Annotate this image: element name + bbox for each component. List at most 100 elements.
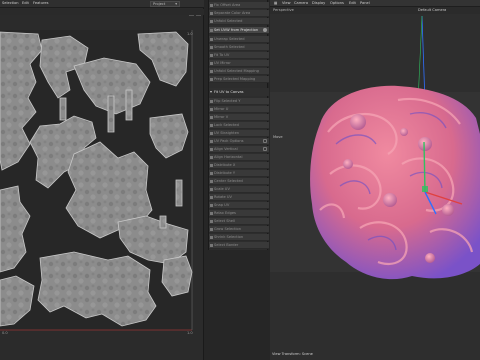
tool-row-label: Smooth Selected	[214, 45, 245, 49]
tool-icon	[210, 236, 213, 239]
tool-row-label: Unwrap Selected	[214, 37, 245, 41]
tool-row[interactable]: Smooth Selected	[209, 44, 269, 51]
model-knob	[343, 159, 353, 169]
tool-row-label: Unfold Selected Mapping	[214, 69, 259, 73]
menu-camera[interactable]: Camera	[294, 1, 308, 6]
tool-icon	[210, 196, 213, 199]
tool-row[interactable]: Align Vertical	[209, 146, 269, 153]
tool-icon	[210, 220, 213, 223]
tool-row-label: Unfold Selected	[214, 19, 243, 23]
tool-icon	[210, 212, 213, 215]
tool-row[interactable]: UV Pack Options	[209, 138, 269, 145]
camera-label[interactable]: Default Camera	[418, 8, 446, 13]
viewport-subbar: Perspective Default Camera	[270, 7, 480, 14]
tool-row-label: Shrink Selection	[214, 235, 244, 239]
tool-row[interactable]: Separate Color Area	[209, 10, 269, 17]
tool-row-label: Snap UV	[214, 203, 230, 207]
tool-row[interactable]: Align Horizontal	[209, 154, 269, 161]
uv-shell	[159, 215, 167, 229]
tool-row-label: Select Shell	[214, 219, 235, 223]
tool-row[interactable]: Grow Selection	[209, 226, 269, 233]
tool-icon	[210, 132, 213, 135]
tool-icon	[210, 4, 213, 7]
uv-corner-bottom-right: 1.0	[187, 331, 193, 335]
menu-options[interactable]: Options	[330, 1, 344, 6]
menu-selection[interactable]: Selection	[2, 1, 19, 6]
tool-icon	[210, 100, 213, 103]
view-transform-status: View Transform: Scene	[272, 352, 313, 356]
tool-icon	[210, 12, 213, 15]
projection-label[interactable]: Perspective	[273, 8, 294, 13]
projection-dropdown[interactable]: Project ▾	[150, 1, 180, 7]
tool-row[interactable]: UV Mirror	[209, 60, 269, 67]
tool-row[interactable]: Fit To UV	[209, 52, 269, 59]
uv-menubar: Selection Edit Features Project ▾	[0, 0, 204, 16]
menu-edit[interactable]: Edit	[349, 1, 356, 6]
model-knob	[350, 114, 366, 130]
tool-row[interactable]: UV Straighten	[209, 130, 269, 137]
tool-row[interactable]: Unfold Selected	[209, 18, 269, 25]
uv-editor-panel: Selection Edit Features Project ▾ 1.0 0.…	[0, 0, 204, 360]
3d-viewport[interactable]: ▦ View Camera Display Options Edit Panel…	[270, 0, 480, 360]
tool-row-label: Grow Selection	[214, 227, 242, 231]
tool-row-label: Align Horizontal	[214, 155, 243, 159]
tool-row[interactable]: Lock Selected	[209, 122, 269, 129]
tool-row-label: Fit To UV	[214, 53, 230, 57]
viewport-scene[interactable]: Move View Transform: Scene	[270, 14, 480, 360]
tool-row[interactable]: Relax Edges	[209, 210, 269, 217]
tool-row-label: Separate Color Area	[214, 11, 251, 15]
uv-tool-panel: Fix Offset Area Separate Color Area Unfo…	[208, 0, 269, 250]
menu-panel[interactable]: Panel	[360, 1, 370, 6]
tool-row-label: Distribute Y	[214, 171, 236, 175]
uv-shell	[125, 89, 133, 121]
tool-row[interactable]: Scale UV	[209, 186, 269, 193]
tool-row[interactable]: Center Selected	[209, 178, 269, 185]
tool-icon	[210, 46, 213, 49]
tool-icon	[210, 20, 213, 23]
tool-row[interactable]: Rotate UV	[209, 194, 269, 201]
uv-canvas[interactable]: 1.0 0.0 1.0	[0, 20, 204, 360]
tool-row[interactable]: Distribute Y	[209, 170, 269, 177]
options-checkbox[interactable]	[263, 147, 267, 151]
tool-icon	[210, 140, 213, 143]
tool-row[interactable]: Mirror V	[209, 114, 269, 121]
tool-row[interactable]: Unfold Selected Mapping	[209, 68, 269, 75]
tool-row-label: Mirror U	[214, 107, 229, 111]
tool-row[interactable]: Snap UV	[209, 202, 269, 209]
set-uvw-from-projection-row[interactable]: Set UVW from Projection	[209, 27, 269, 34]
tool-row[interactable]: Mirror U	[209, 106, 269, 113]
tool-icon	[210, 164, 213, 167]
tool-row[interactable]: Flip Selected Y	[209, 98, 269, 105]
tool-icon	[210, 62, 213, 65]
tool-icon	[210, 244, 213, 247]
tool-row-label: Select Border	[214, 243, 239, 247]
menu-display[interactable]: Display	[312, 1, 325, 6]
menu-view[interactable]: View	[282, 1, 291, 6]
tool-row-label: Relax Edges	[214, 211, 236, 215]
tool-row-label: Rotate UV	[214, 195, 232, 199]
tool-row[interactable]: Prep Selected Mapping	[209, 76, 269, 83]
gear-icon[interactable]	[263, 28, 267, 32]
tool-row[interactable]: Select Border	[209, 242, 269, 249]
section-fit-uv-to-canvas[interactable]: Fit UV to Canvas	[209, 88, 269, 96]
tool-icon	[210, 108, 213, 111]
tool-row-label: UV Mirror	[214, 61, 231, 65]
tool-row[interactable]: Distribute X	[209, 162, 269, 169]
options-checkbox[interactable]	[263, 139, 267, 143]
tool-row-label: Prep Selected Mapping	[214, 77, 256, 81]
viewport-menubar: ▦ View Camera Display Options Edit Panel	[270, 0, 480, 7]
tool-row-label: Scale UV	[214, 187, 230, 191]
scene-graphic	[270, 15, 480, 280]
menu-edit[interactable]: Edit	[22, 1, 29, 6]
uv-shell	[175, 179, 183, 207]
tool-icon	[210, 188, 213, 191]
tool-row[interactable]: Shrink Selection	[209, 234, 269, 241]
grid-icon[interactable]: ▦	[274, 1, 277, 6]
tool-row[interactable]: Fix Offset Area	[209, 2, 269, 9]
gizmo-center	[422, 186, 428, 192]
tool-icon	[210, 148, 213, 151]
tool-row[interactable]: Unwrap Selected	[209, 36, 269, 43]
tool-row[interactable]: Select Shell	[209, 218, 269, 225]
menu-features[interactable]: Features	[33, 1, 48, 6]
model-knob	[442, 204, 454, 216]
